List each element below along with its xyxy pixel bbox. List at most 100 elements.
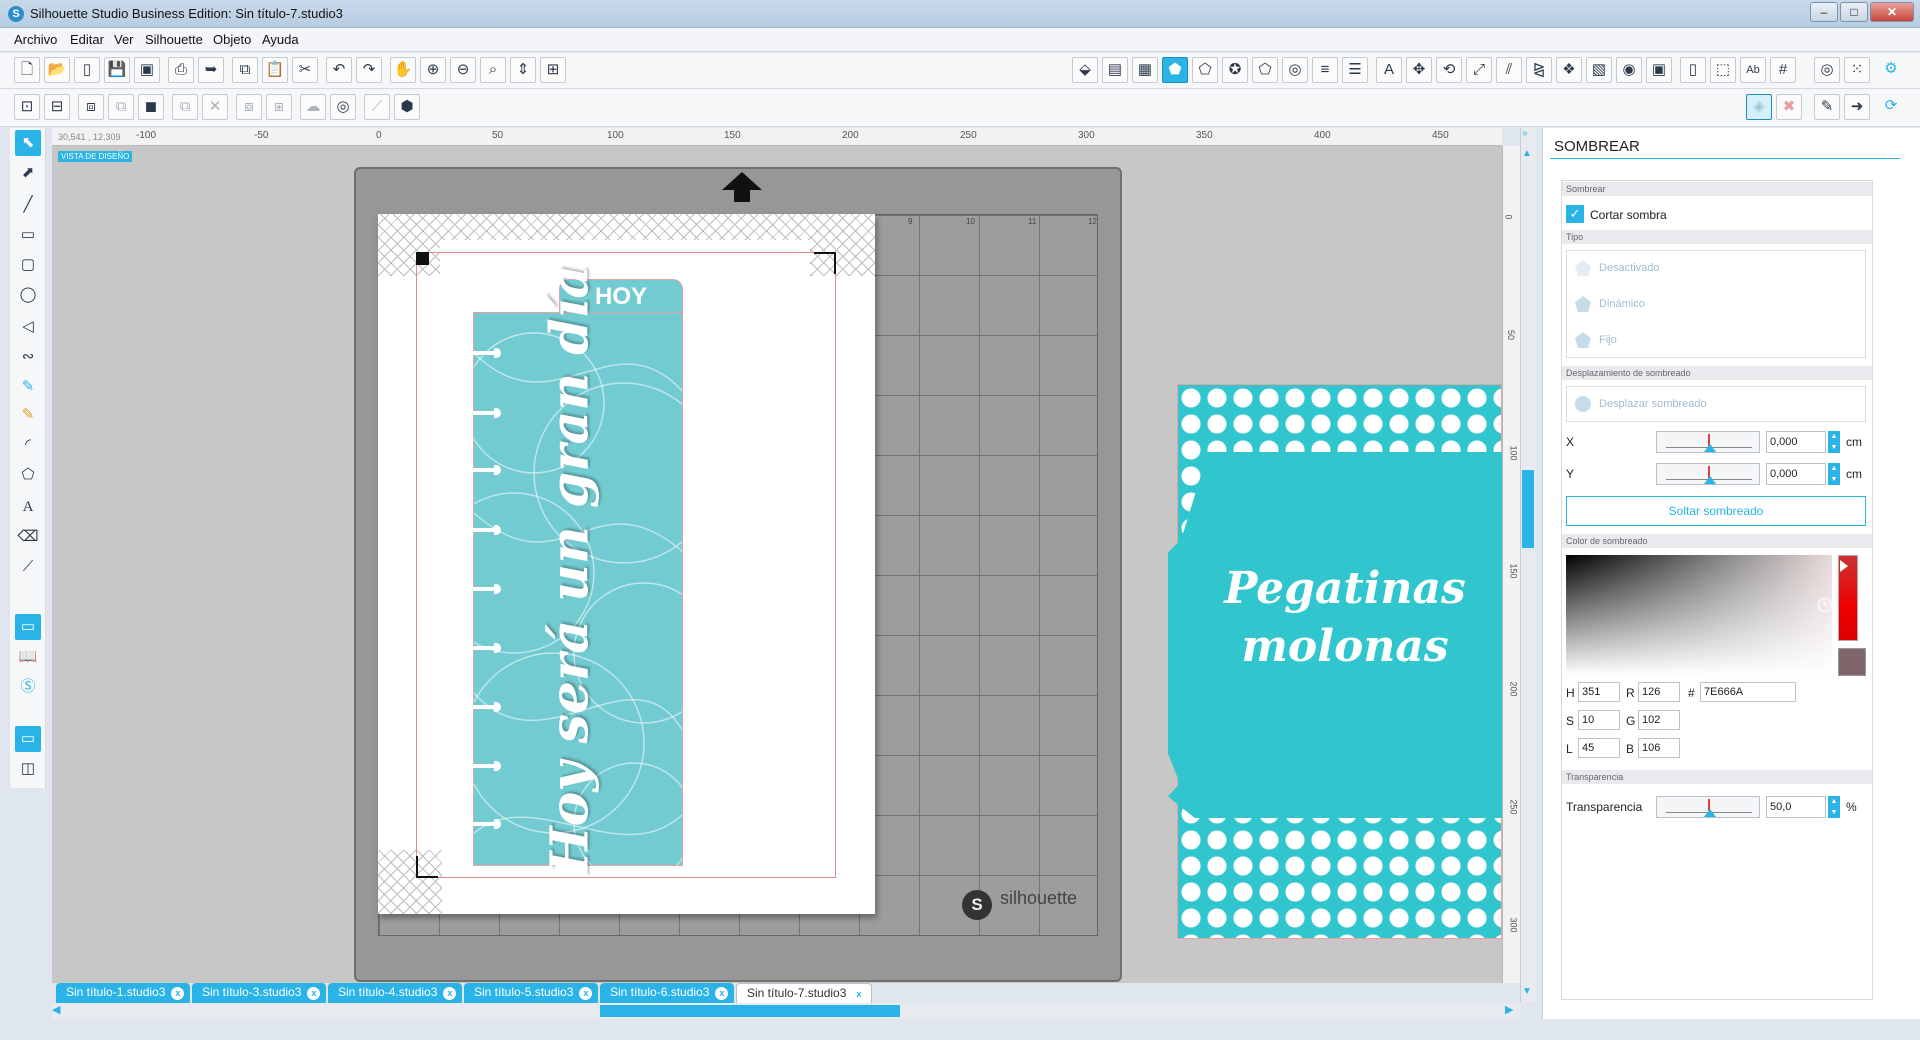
offset-ring-icon[interactable]: ◎ — [330, 94, 356, 120]
print-icon[interactable]: ⎙ — [168, 57, 194, 83]
single-panel-icon[interactable]: ▭ — [15, 726, 41, 752]
line-tool-icon[interactable]: ╱ — [15, 192, 41, 218]
close-tab-icon[interactable]: x — [307, 987, 321, 1000]
duplicate-icon[interactable]: ⧉ — [172, 94, 198, 120]
library-panel-icon[interactable]: ◎ — [1814, 57, 1840, 83]
close-tab-icon[interactable]: x — [579, 987, 593, 1000]
y-input[interactable]: 0,000 — [1766, 463, 1826, 485]
subtract-icon[interactable]: ⧆ — [266, 94, 292, 120]
offset-shadow-button[interactable]: Desplazar sombreado — [1575, 396, 1707, 412]
transparency-input[interactable]: 50,0 — [1766, 796, 1826, 818]
transparency-slider-handle[interactable] — [1704, 809, 1716, 817]
new-document-icon[interactable]: 🗋 — [14, 57, 40, 83]
s-input[interactable]: 10 — [1578, 710, 1620, 730]
rectangle-tool-icon[interactable]: ▭ — [15, 222, 41, 248]
color-picker-field[interactable] — [1566, 555, 1832, 675]
save-to-library-icon[interactable]: ▣ — [134, 57, 160, 83]
transform-icon[interactable]: ✥ — [1406, 57, 1432, 83]
pattern-icon[interactable]: ▦ — [1132, 57, 1158, 83]
scroll-right-icon[interactable]: ▶ — [1505, 1003, 1519, 1019]
trace-icon[interactable]: ▣ — [1646, 57, 1672, 83]
text-style-icon[interactable]: A — [1376, 57, 1402, 83]
eraser-tool-icon[interactable]: ⌫ — [15, 524, 41, 550]
regular-polygon-tool-icon[interactable]: ⬠ — [15, 462, 41, 488]
menu-ver[interactable]: Ver — [114, 32, 134, 47]
split-panel-icon[interactable]: ◫ — [15, 756, 41, 782]
close-icon[interactable]: ✕ — [1870, 2, 1914, 22]
zoom-out-icon[interactable]: ⊖ — [450, 57, 476, 83]
document-tab[interactable]: Sin título-1.studio3 x — [56, 983, 191, 1003]
pan-hand-icon[interactable]: ✋ — [390, 57, 416, 83]
smooth-freehand-tool-icon[interactable]: ✎ — [15, 402, 41, 428]
collapse-panel-icon[interactable]: » — [1522, 128, 1534, 140]
document-tab-active[interactable]: Sin título-7.studio3 x — [736, 983, 873, 1003]
point-edit-tool-icon[interactable]: ⬈ — [15, 160, 41, 186]
line-color-icon[interactable]: ≡ — [1312, 57, 1338, 83]
fit-page-icon[interactable]: ⊞ — [540, 57, 566, 83]
save-icon[interactable]: 💾 — [104, 57, 130, 83]
menu-objeto[interactable]: Objeto — [213, 32, 251, 47]
knife-tool-icon[interactable]: ⟋ — [15, 554, 41, 580]
horizontal-scroll-thumb[interactable] — [600, 1005, 900, 1017]
shadow-icon[interactable]: ⬟ — [1162, 57, 1188, 83]
maximize-icon[interactable]: □ — [1840, 2, 1868, 22]
document-tab[interactable]: Sin título-4.studio3 x — [328, 983, 463, 1003]
y-slider-handle[interactable] — [1704, 476, 1716, 484]
type-option-fixed[interactable]: Fijo — [1575, 332, 1617, 348]
library-icon[interactable]: ▯ — [74, 57, 100, 83]
zoom-in-icon[interactable]: ⊕ — [420, 57, 446, 83]
release-compound-icon[interactable]: ⧉ — [108, 94, 134, 120]
scale-icon[interactable]: ⤢ — [1466, 57, 1492, 83]
sketch-icon[interactable]: ✪ — [1222, 57, 1248, 83]
rotate-icon[interactable]: ⟲ — [1436, 57, 1462, 83]
document-tab[interactable]: Sin título-5.studio3 x — [464, 983, 599, 1003]
send-to-cutter-icon[interactable]: ➜ — [1844, 94, 1870, 120]
delete-icon[interactable]: ✕ — [202, 94, 228, 120]
cut-icon[interactable]: ✂ — [292, 57, 318, 83]
offset-icon[interactable]: ◎ — [1282, 57, 1308, 83]
vertical-scroll-thumb[interactable] — [1522, 470, 1534, 548]
l-input[interactable]: 45 — [1578, 738, 1620, 758]
settings-gear-icon[interactable]: ⚙ — [1878, 57, 1904, 83]
make-compound-icon[interactable]: ⧈ — [78, 94, 104, 120]
media-icon[interactable]: ◈ — [1746, 94, 1772, 120]
open-folder-icon[interactable]: 📂 — [44, 57, 70, 83]
polygon-tool-icon[interactable]: ◁ — [15, 314, 41, 340]
r-input[interactable]: 126 — [1638, 682, 1680, 702]
ungroup-icon[interactable]: ⊟ — [44, 94, 70, 120]
menu-editar[interactable]: Editar — [70, 32, 104, 47]
cut-settings-icon[interactable]: ✖ — [1776, 94, 1802, 120]
menu-silhouette[interactable]: Silhouette — [145, 32, 203, 47]
close-tab-icon[interactable]: x — [715, 987, 729, 1000]
minimize-icon[interactable]: – — [1810, 2, 1838, 22]
design-view-icon[interactable]: ▭ — [15, 614, 41, 640]
store-icon[interactable]: ⁙ — [1844, 57, 1870, 83]
ellipse-tool-icon[interactable]: ◯ — [15, 282, 41, 308]
eraser-icon[interactable]: ✎ — [1814, 94, 1840, 120]
arc-tool-icon[interactable]: ◜ — [15, 432, 41, 458]
store-view-icon[interactable]: Ⓢ — [15, 674, 41, 700]
vertical-scrollbar[interactable] — [1520, 128, 1536, 1002]
gradient-icon[interactable]: ▤ — [1102, 57, 1128, 83]
copy-icon[interactable]: ⧉ — [232, 57, 258, 83]
zoom-drag-icon[interactable]: ⇕ — [510, 57, 536, 83]
page-setup-icon[interactable]: ▯ — [1680, 57, 1706, 83]
weld-icon[interactable]: ⧇ — [236, 94, 262, 120]
close-tab-icon[interactable]: x — [852, 988, 865, 1001]
shear-icon[interactable]: ⫽ — [1496, 57, 1522, 83]
type-option-off[interactable]: Desactivado — [1575, 260, 1660, 276]
modify-icon[interactable]: ◉ — [1616, 57, 1642, 83]
x-input[interactable]: 0,000 — [1766, 431, 1826, 453]
g-input[interactable]: 102 — [1638, 710, 1680, 730]
cut-shadow-checkbox[interactable]: ✓ — [1566, 205, 1584, 223]
line-weight-icon[interactable]: ☰ — [1342, 57, 1368, 83]
nest-icon[interactable]: ▧ — [1586, 57, 1612, 83]
menu-archivo[interactable]: Archivo — [14, 32, 57, 47]
x-slider-handle[interactable] — [1704, 444, 1716, 452]
hue-slider-handle[interactable] — [1840, 560, 1848, 572]
close-tab-icon[interactable]: x — [171, 987, 185, 1000]
bring-front-icon[interactable]: ◼ — [138, 94, 164, 120]
send-icon[interactable]: ➥ — [198, 57, 224, 83]
select-tool-icon[interactable]: ⬉ — [15, 130, 41, 156]
close-tab-icon[interactable]: x — [443, 987, 457, 1000]
